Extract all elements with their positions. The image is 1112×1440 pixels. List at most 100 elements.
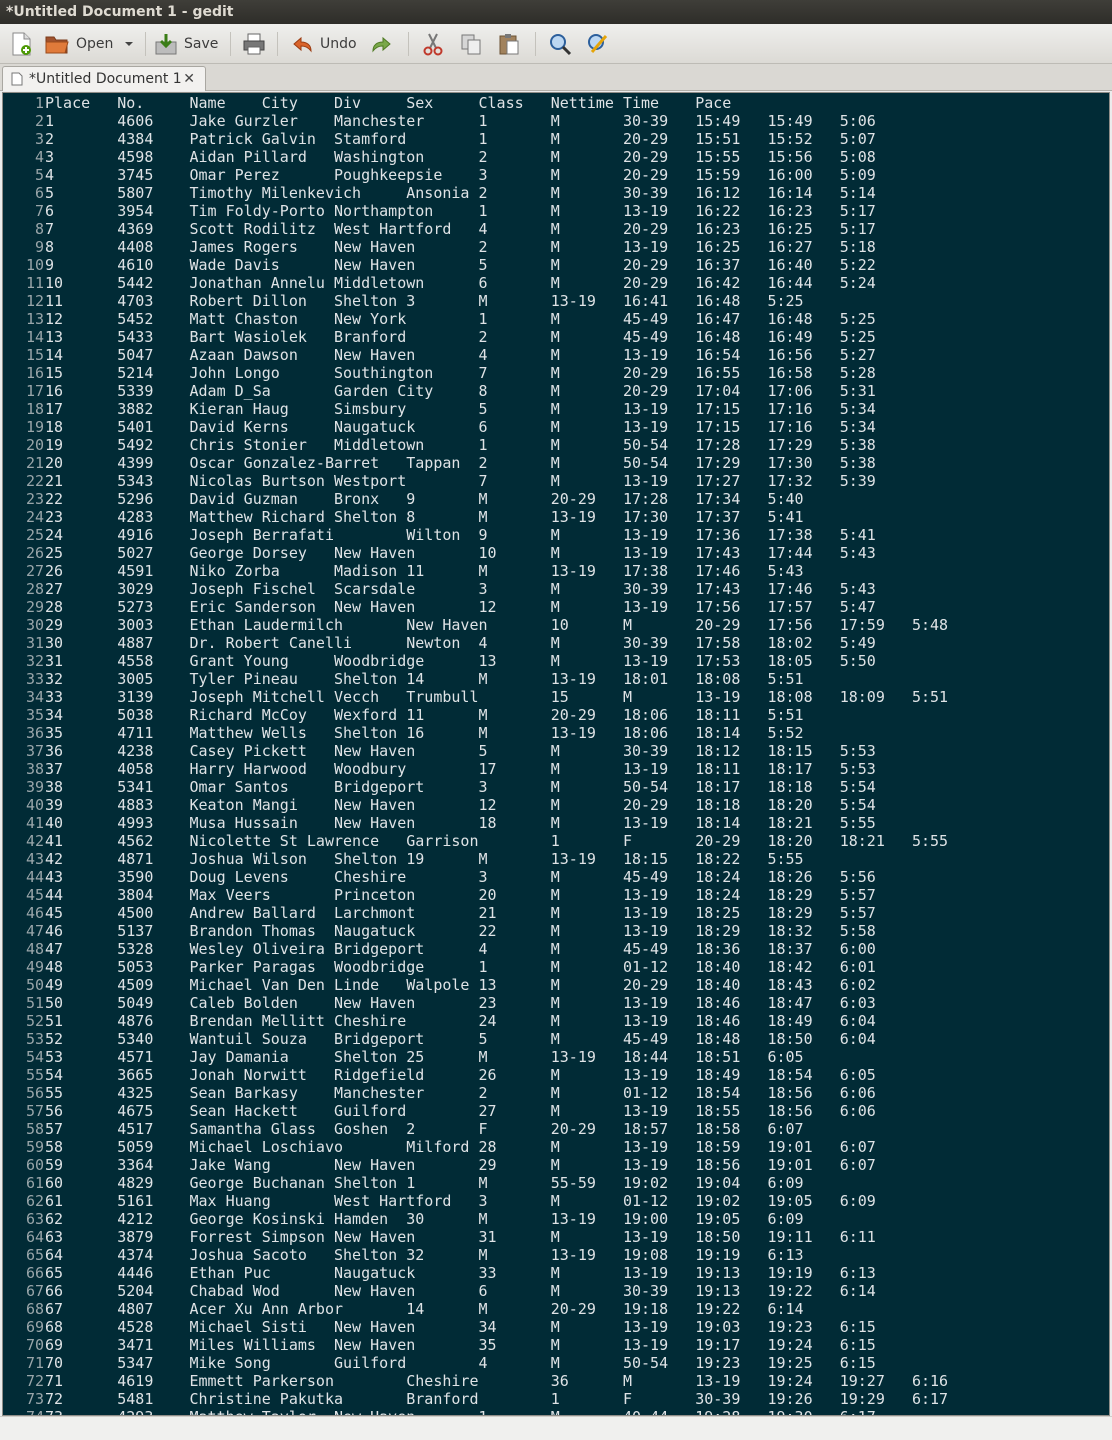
save-label: Save xyxy=(184,36,219,52)
line-text: 47 5328 Wesley Oliveira Bridgeport 4 M 4… xyxy=(45,940,876,958)
line-text: 37 4058 Harry Harwood Woodbury 17 M 13-1… xyxy=(45,760,876,778)
find-replace-button[interactable] xyxy=(586,24,610,64)
line-number: 53 xyxy=(25,1030,44,1048)
line-number: 70 xyxy=(25,1336,44,1354)
line-number: 39 xyxy=(25,778,44,796)
line-text: 11 4703 Robert Dillon Shelton 3 M 13-19 … xyxy=(45,292,804,310)
line-number: 51 xyxy=(25,994,44,1012)
new-button[interactable] xyxy=(10,24,32,64)
line-text: 26 4591 Niko Zorba Madison 11 M 13-19 17… xyxy=(45,562,804,580)
line-number: 61 xyxy=(25,1174,44,1192)
line-text: 38 5341 Omar Santos Bridgeport 3 M 50-54… xyxy=(45,778,876,796)
tab-label: *Untitled Document 1 xyxy=(29,71,182,87)
search-icon xyxy=(550,34,572,56)
redo-icon xyxy=(372,36,391,53)
line-number: 45 xyxy=(25,886,44,904)
cut-button[interactable] xyxy=(421,24,445,64)
copy-icon xyxy=(461,34,481,55)
find-button[interactable] xyxy=(548,24,572,64)
line-text: 2 4384 Patrick Galvin Stamford 1 M 20-29… xyxy=(45,130,876,148)
line-text: 61 5161 Max Huang West Hartford 3 M 01-1… xyxy=(45,1192,876,1210)
line-text: 66 5204 Chabad Wod New Haven 6 M 30-39 1… xyxy=(45,1282,876,1300)
line-number: 68 xyxy=(25,1300,44,1318)
line-number: 41 xyxy=(25,814,44,832)
line-number: 52 xyxy=(25,1012,44,1030)
line-number: 31 xyxy=(25,634,44,652)
toolbar: Open Save Undo xyxy=(0,24,1112,64)
toolbar-separator xyxy=(277,32,278,56)
new-document-icon xyxy=(12,32,31,56)
line-number: 72 xyxy=(25,1372,44,1390)
line-number: 14 xyxy=(25,328,44,346)
line-text: 56 4675 Sean Hackett Guilford 27 M 13-19… xyxy=(45,1102,876,1120)
line-number: 7 xyxy=(34,202,44,220)
save-icon xyxy=(155,34,177,55)
line-text: 33 3139 Joseph Mitchell Vecch Trumbull 1… xyxy=(45,688,949,706)
line-text: 1 4606 Jake Gurzler Manchester 1 M 30-39… xyxy=(45,112,876,130)
line-number: 49 xyxy=(25,958,44,976)
line-text: 43 3590 Doug Levens Cheshire 3 M 45-49 1… xyxy=(45,868,876,886)
line-text: 35 4711 Matthew Wells Shelton 16 M 13-19… xyxy=(45,724,804,742)
close-icon[interactable]: ✕ xyxy=(183,71,195,87)
line-text: 48 5053 Parker Paragas Woodbridge 1 M 01… xyxy=(45,958,876,976)
line-text: 51 4876 Brendan Mellitt Cheshire 24 M 13… xyxy=(45,1012,876,1030)
line-number: 46 xyxy=(25,904,44,922)
print-icon xyxy=(243,33,265,55)
undo-button[interactable]: Undo xyxy=(290,24,357,64)
line-text: 55 4325 Sean Barkasy Manchester 2 M 01-1… xyxy=(45,1084,876,1102)
folder-open-icon xyxy=(45,36,69,54)
open-button[interactable]: Open xyxy=(44,24,113,64)
line-text: 28 5273 Eric Sanderson New Haven 12 M 13… xyxy=(45,598,876,616)
line-text: 9 4610 Wade Davis New Haven 5 M 20-29 16… xyxy=(45,256,876,274)
line-text: 45 4500 Andrew Ballard Larchmont 21 M 13… xyxy=(45,904,876,922)
toolbar-separator xyxy=(230,32,231,56)
line-number: 3 xyxy=(34,130,44,148)
line-text: 16 5339 Adam D_Sa Garden City 8 M 20-29 … xyxy=(45,382,876,400)
line-text: 22 5296 David Guzman Bronx 9 M 20-29 17:… xyxy=(45,490,804,508)
paste-button[interactable] xyxy=(497,24,521,64)
line-text: 41 4562 Nicolette St Lawrence Garrison 1… xyxy=(45,832,949,850)
copy-button[interactable] xyxy=(459,24,483,64)
line-number: 12 xyxy=(25,292,44,310)
line-number: 2 xyxy=(34,112,44,130)
line-text: 6 3954 Tim Foldy-Porto Northampton 1 M 1… xyxy=(45,202,876,220)
line-number: 28 xyxy=(25,580,44,598)
line-text: 4 3745 Omar Perez Poughkeepsie 3 M 20-29… xyxy=(45,166,876,184)
line-text: 21 5343 Nicolas Burtson Westport 7 M 13-… xyxy=(45,472,876,490)
line-text: 73 4293 Matthew Taylor New Haven 1 M 40-… xyxy=(45,1408,876,1415)
redo-button[interactable] xyxy=(370,24,394,64)
save-button[interactable]: Save xyxy=(154,24,218,64)
text-editor[interactable]: 1 Place No. Name City Div Sex Class Netti… xyxy=(2,92,1110,1416)
line-text: 72 5481 Christine Pakutka Branford 1 F 3… xyxy=(45,1390,949,1408)
line-text: 25 5027 George Dorsey New Haven 10 M 13-… xyxy=(45,544,876,562)
line-number: 6 xyxy=(34,184,44,202)
line-number: 25 xyxy=(25,526,44,544)
toolbar-separator xyxy=(145,32,146,56)
line-number: 15 xyxy=(25,346,44,364)
line-text: 3 4598 Aidan Pillard Washington 2 M 20-2… xyxy=(45,148,876,166)
line-text: 50 5049 Caleb Bolden New Haven 23 M 13-1… xyxy=(45,994,876,1012)
print-button[interactable] xyxy=(242,24,266,64)
line-number: 37 xyxy=(25,742,44,760)
line-number: 47 xyxy=(25,922,44,940)
line-number: 19 xyxy=(25,418,44,436)
line-number: 65 xyxy=(25,1246,44,1264)
line-text: 62 4212 George Kosinski Hamden 30 M 13-1… xyxy=(45,1210,804,1228)
line-text: 17 3882 Kieran Haug Simsbury 5 M 13-19 1… xyxy=(45,400,876,418)
toolbar-separator xyxy=(408,32,409,56)
line-number: 17 xyxy=(25,382,44,400)
line-text: 13 5433 Bart Wasiolek Branford 2 M 45-49… xyxy=(45,328,876,346)
line-number: 42 xyxy=(25,832,44,850)
document-icon xyxy=(11,72,23,86)
line-number: 29 xyxy=(25,598,44,616)
line-text: 20 4399 Oscar Gonzalez-Barret Tappan 2 M… xyxy=(45,454,876,472)
line-text: 67 4807 Acer Xu Ann Arbor 14 M 20-29 19:… xyxy=(45,1300,804,1318)
line-text: 19 5492 Chris Stonier Middletown 1 M 50-… xyxy=(45,436,876,454)
chevron-down-icon xyxy=(125,42,133,46)
tab-untitled-document-1[interactable]: *Untitled Document 1 ✕ xyxy=(2,66,206,91)
line-text: 15 5214 John Longo Southington 7 M 20-29… xyxy=(45,364,876,382)
line-number: 27 xyxy=(25,562,44,580)
line-text: 60 4829 George Buchanan Shelton 1 M 55-5… xyxy=(45,1174,804,1192)
open-dropdown-button[interactable] xyxy=(124,24,134,64)
line-text: 54 3665 Jonah Norwitt Ridgefield 26 M 13… xyxy=(45,1066,876,1084)
